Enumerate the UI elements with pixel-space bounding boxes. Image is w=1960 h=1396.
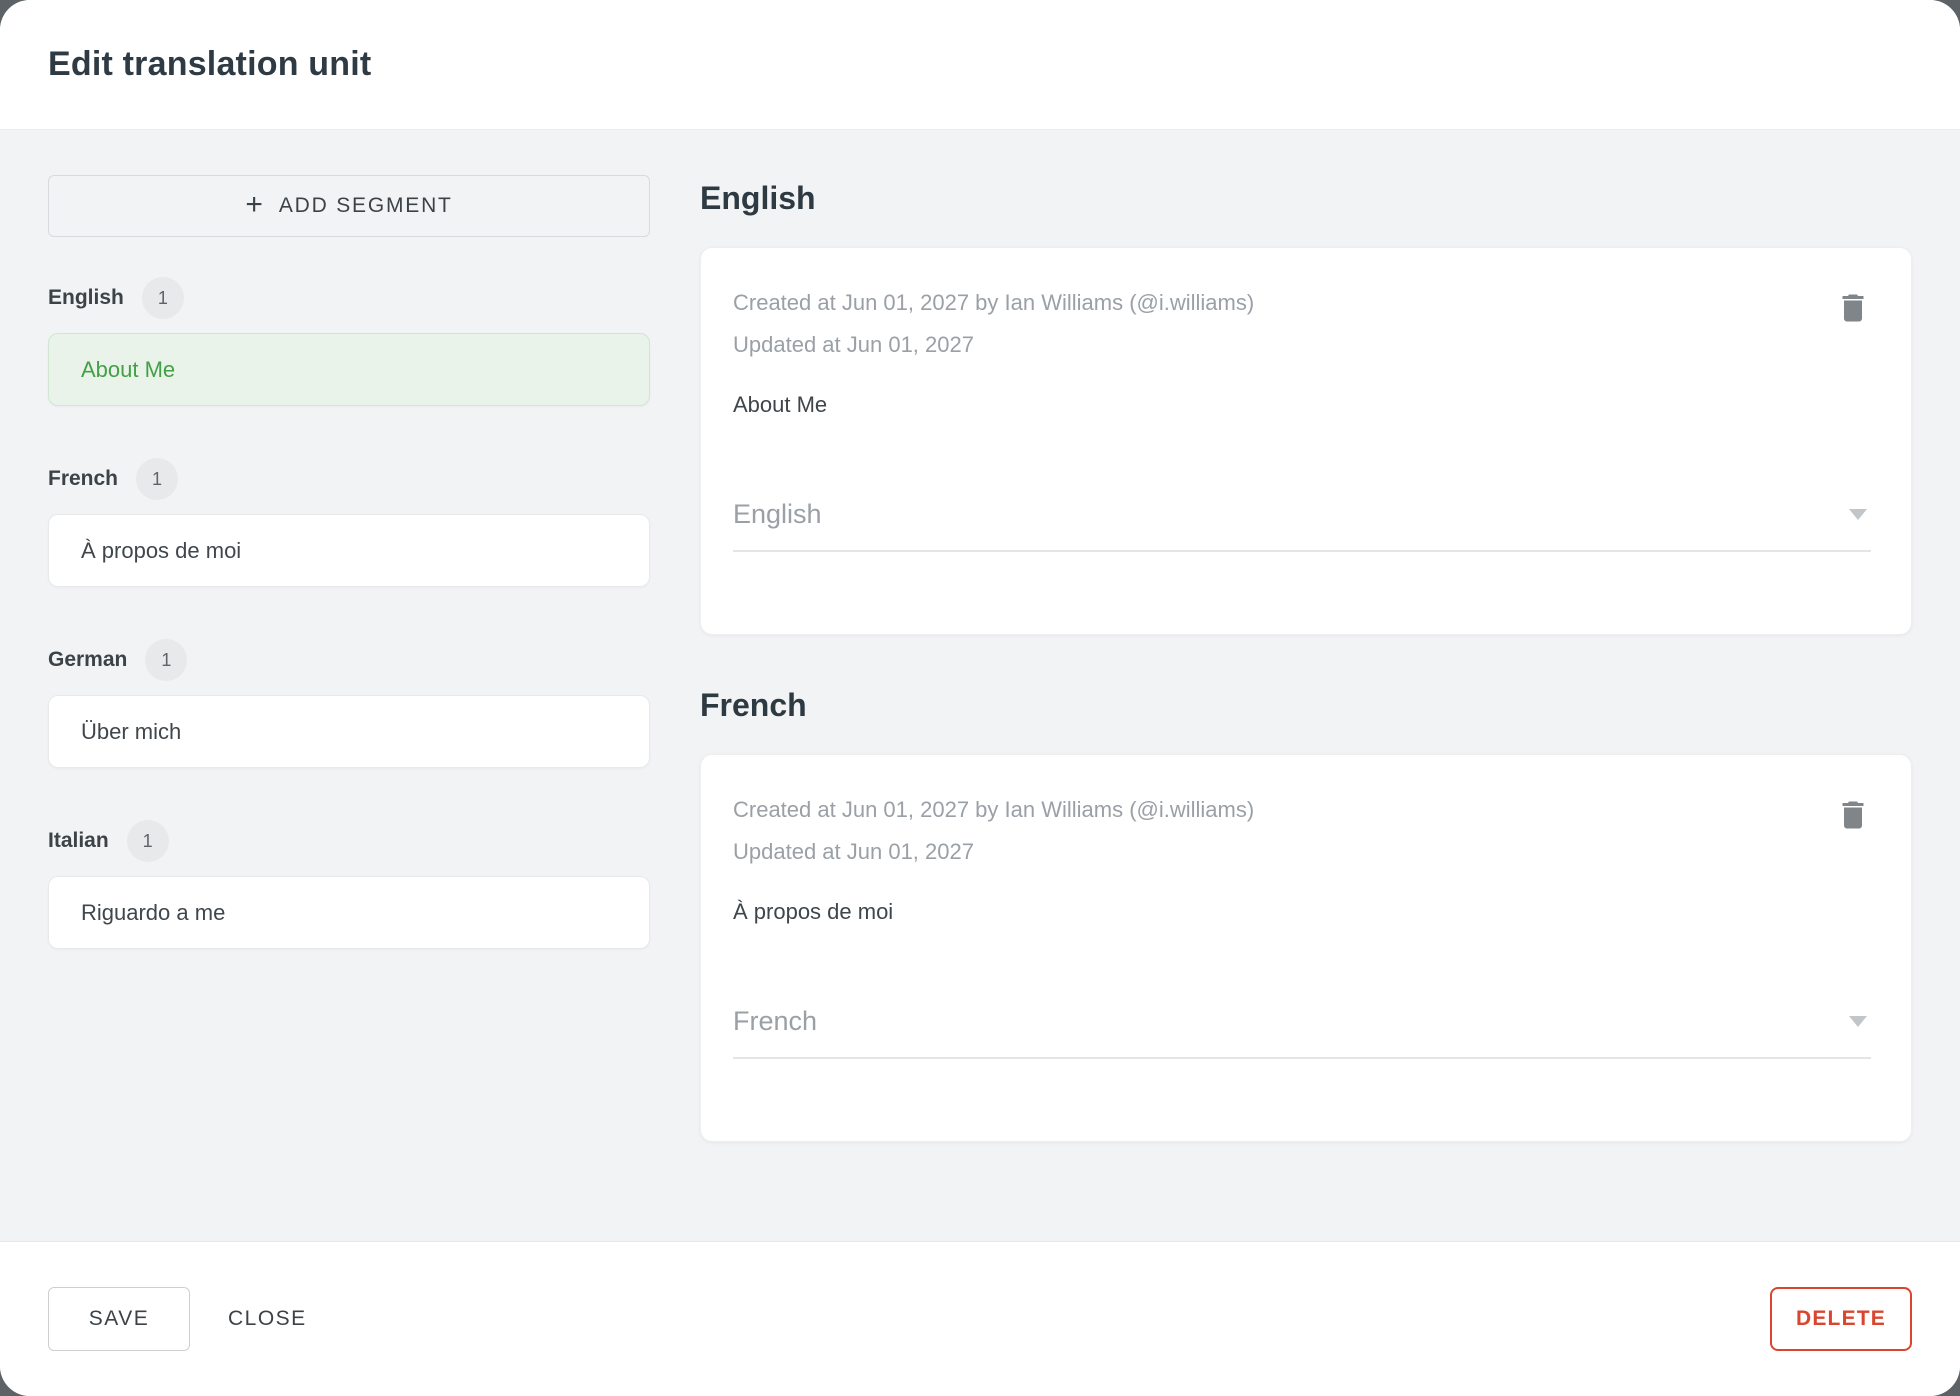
language-select[interactable]: French bbox=[733, 1006, 1871, 1059]
created-line: Created at Jun 01, 2027 by Ian Williams … bbox=[733, 290, 1255, 315]
segment-count-badge: 1 bbox=[141, 277, 184, 319]
delete-segment-button[interactable] bbox=[1835, 290, 1871, 326]
delete-segment-button[interactable] bbox=[1835, 797, 1871, 833]
section-heading: French bbox=[700, 687, 807, 723]
segment-meta: Created at Jun 01, 2027 by Ian Williams … bbox=[733, 282, 1254, 366]
plus-icon: + bbox=[245, 187, 263, 221]
segment-text[interactable]: About Me bbox=[733, 391, 1871, 419]
language-group-german: German 1 Über mich bbox=[48, 639, 650, 768]
segment-text[interactable]: À propos de moi bbox=[733, 898, 1871, 926]
segment-item-french[interactable]: À propos de moi bbox=[48, 514, 650, 587]
chevron-down-icon bbox=[1849, 1016, 1867, 1027]
segment-item-english[interactable]: About Me bbox=[48, 333, 650, 406]
trash-icon bbox=[1842, 294, 1864, 322]
segment-count-badge: 1 bbox=[145, 639, 188, 681]
segments-sidebar: + ADD SEGMENT English 1 About Me French bbox=[0, 130, 650, 1241]
modal-backdrop: Edit translation unit + ADD SEGMENT Engl… bbox=[0, 0, 1960, 1396]
dialog-body: + ADD SEGMENT English 1 About Me French bbox=[0, 130, 1960, 1241]
updated-line: Updated at Jun 01, 2027 bbox=[733, 839, 974, 864]
language-group-english: English 1 About Me bbox=[48, 277, 650, 406]
language-label: Italian bbox=[48, 829, 109, 852]
segment-detail-panel: English Created at Jun 01, 2027 by Ian W… bbox=[650, 130, 1960, 1241]
segment-card-french: Created at Jun 01, 2027 by Ian Williams … bbox=[700, 754, 1912, 1142]
updated-line: Updated at Jun 01, 2027 bbox=[733, 332, 974, 357]
card-meta-row: Created at Jun 01, 2027 by Ian Williams … bbox=[733, 789, 1871, 873]
created-line: Created at Jun 01, 2027 by Ian Williams … bbox=[733, 797, 1255, 822]
language-group-french: French 1 À propos de moi bbox=[48, 458, 650, 587]
language-group-header: Italian 1 bbox=[48, 820, 650, 862]
delete-button[interactable]: DELETE bbox=[1770, 1287, 1912, 1351]
language-select[interactable]: English bbox=[733, 499, 1871, 552]
segment-item-german[interactable]: Über mich bbox=[48, 695, 650, 768]
trash-icon bbox=[1842, 801, 1864, 829]
chevron-down-icon bbox=[1849, 509, 1867, 520]
segment-count-badge: 1 bbox=[126, 820, 169, 862]
save-button[interactable]: SAVE bbox=[48, 1287, 190, 1351]
language-group-header: English 1 bbox=[48, 277, 650, 319]
dialog-header: Edit translation unit bbox=[0, 0, 1960, 130]
card-meta-row: Created at Jun 01, 2027 by Ian Williams … bbox=[733, 282, 1871, 366]
language-group-header: French 1 bbox=[48, 458, 650, 500]
segment-count-badge: 1 bbox=[136, 458, 179, 500]
language-label: English bbox=[48, 286, 124, 309]
section-french: French Created at Jun 01, 2027 by Ian Wi… bbox=[700, 687, 1912, 1142]
segment-item-text: À propos de moi bbox=[81, 537, 242, 563]
segment-item-italian[interactable]: Riguardo a me bbox=[48, 876, 650, 949]
add-segment-button[interactable]: + ADD SEGMENT bbox=[48, 175, 650, 237]
language-group-header: German 1 bbox=[48, 639, 650, 681]
add-segment-label: ADD SEGMENT bbox=[278, 194, 453, 217]
segment-item-text: Über mich bbox=[81, 718, 182, 744]
section-heading: English bbox=[700, 180, 816, 216]
segment-card-english: Created at Jun 01, 2027 by Ian Williams … bbox=[700, 247, 1912, 635]
language-group-italian: Italian 1 Riguardo a me bbox=[48, 820, 650, 949]
section-english: English Created at Jun 01, 2027 by Ian W… bbox=[700, 180, 1912, 635]
segment-meta: Created at Jun 01, 2027 by Ian Williams … bbox=[733, 789, 1254, 873]
language-label: German bbox=[48, 648, 128, 671]
edit-translation-unit-dialog: Edit translation unit + ADD SEGMENT Engl… bbox=[0, 0, 1960, 1396]
dialog-title: Edit translation unit bbox=[48, 45, 372, 83]
language-label: French bbox=[48, 467, 119, 490]
dialog-footer: SAVE CLOSE DELETE bbox=[0, 1241, 1960, 1396]
segment-item-text: About Me bbox=[81, 356, 176, 382]
language-select-value: English bbox=[733, 499, 822, 529]
language-select-value: French bbox=[733, 1006, 818, 1036]
close-button[interactable]: CLOSE bbox=[228, 1307, 307, 1331]
segment-item-text: Riguardo a me bbox=[81, 899, 226, 925]
